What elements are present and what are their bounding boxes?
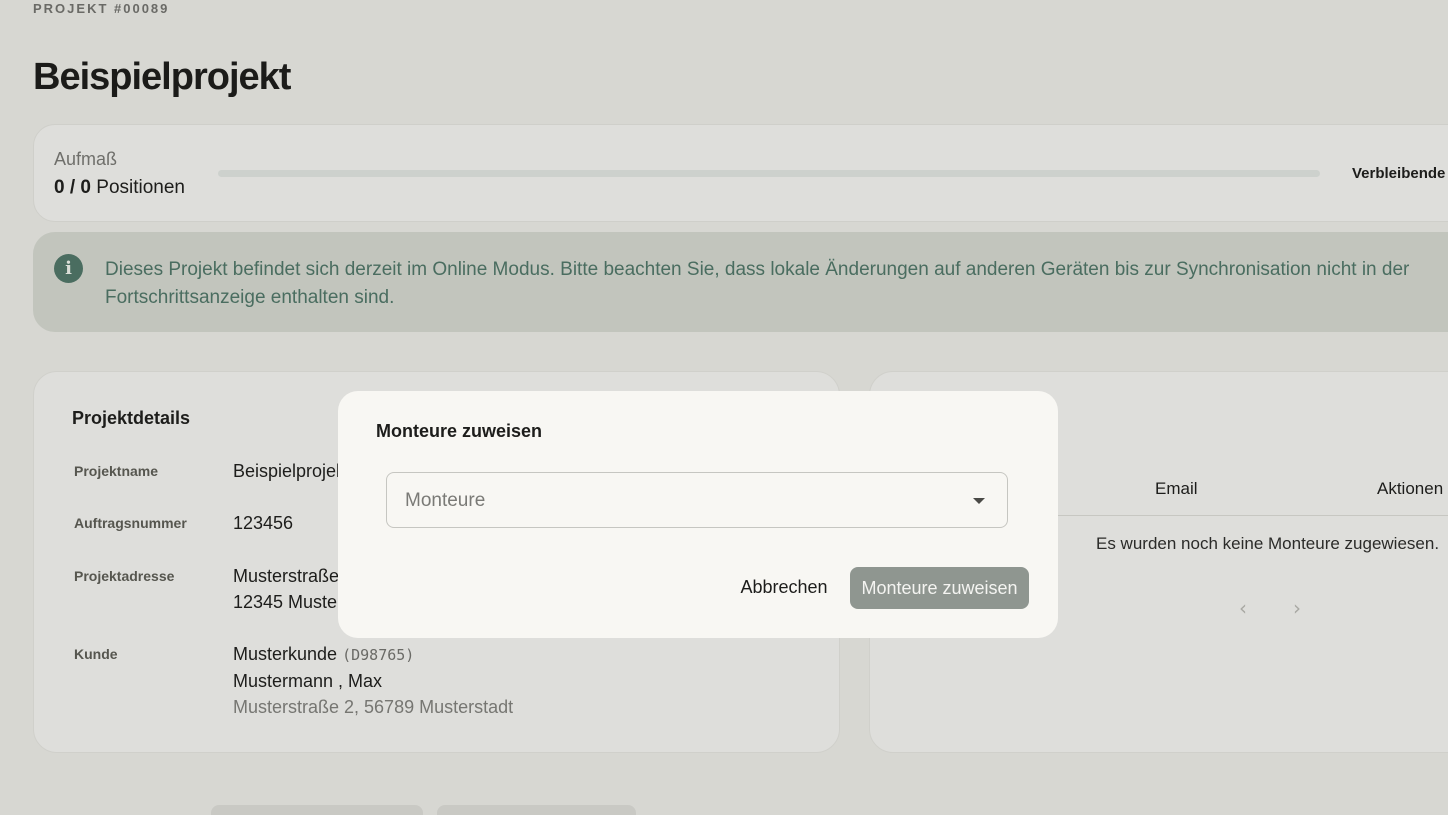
progress-card: Aufmaß 0 / 0 Positionen Verbleibende bbox=[33, 124, 1448, 222]
customer-name: Musterkunde (D98765) bbox=[233, 641, 414, 668]
progress-bar bbox=[218, 170, 1320, 177]
column-header-actions: Aktionen bbox=[1377, 479, 1444, 498]
info-banner: i Dieses Projekt befindet sich derzeit i… bbox=[33, 232, 1448, 332]
chevron-left-icon[interactable]: ‹ bbox=[1239, 596, 1247, 620]
progress-label: Aufmaß bbox=[54, 149, 118, 169]
fitters-select[interactable]: Monteure bbox=[386, 472, 1008, 528]
customer-label: Kunde bbox=[74, 646, 118, 662]
customer-contact: Mustermann , Max bbox=[233, 671, 383, 691]
assign-fitters-dialog: Monteure zuweisen Monteure Abbrechen Mon… bbox=[338, 391, 1058, 638]
customer-address-text: Musterstraße 2, 56789 Musterstadt bbox=[233, 697, 514, 717]
project-name-value: Beispielprojekt bbox=[233, 461, 351, 481]
page-title: Beispielprojekt bbox=[33, 56, 291, 98]
bottom-tab-1[interactable] bbox=[211, 805, 423, 815]
project-name-label: Projektname bbox=[74, 463, 159, 479]
customer-name-text: Musterkunde bbox=[233, 644, 338, 664]
info-icon: i bbox=[54, 254, 83, 283]
chevron-right-icon[interactable]: › bbox=[1293, 596, 1301, 620]
project-address-line1: Musterstraße 1 bbox=[233, 566, 355, 586]
assign-fitters-button[interactable]: Monteure zuweisen bbox=[850, 567, 1029, 609]
project-address-label: Projektadresse bbox=[74, 568, 175, 584]
progress-count: 0 / 0 Positionen bbox=[54, 177, 185, 199]
project-page: PROJEKT #00089 Beispielprojekt Aufmaß 0 … bbox=[0, 0, 1448, 815]
remaining-label: Verbleibende bbox=[1352, 165, 1446, 182]
order-number-label: Auftragsnummer bbox=[74, 515, 187, 531]
bottom-tab-2[interactable] bbox=[437, 805, 636, 815]
column-header-email[interactable]: Email bbox=[1155, 479, 1198, 499]
project-number: PROJEKT #00089 bbox=[33, 1, 170, 16]
cancel-button[interactable]: Abbrechen bbox=[734, 569, 834, 605]
fitters-select-placeholder: Monteure bbox=[405, 490, 486, 511]
info-banner-text: Dieses Projekt befindet sich derzeit im … bbox=[105, 259, 1410, 308]
progress-count-suffix: Positionen bbox=[96, 177, 185, 198]
order-number-value: 123456 bbox=[233, 513, 294, 533]
customer-code: (D98765) bbox=[342, 646, 415, 664]
customer-address: Musterstraße 2, 56789 Musterstadt bbox=[233, 694, 513, 720]
empty-table-message: Es wurden noch keine Monteure zugewiesen… bbox=[1096, 534, 1440, 553]
progress-count-value: 0 / 0 bbox=[54, 177, 91, 198]
dialog-title: Monteure zuweisen bbox=[376, 421, 543, 441]
project-details-title: Projektdetails bbox=[72, 408, 191, 428]
chevron-down-icon bbox=[973, 498, 985, 504]
